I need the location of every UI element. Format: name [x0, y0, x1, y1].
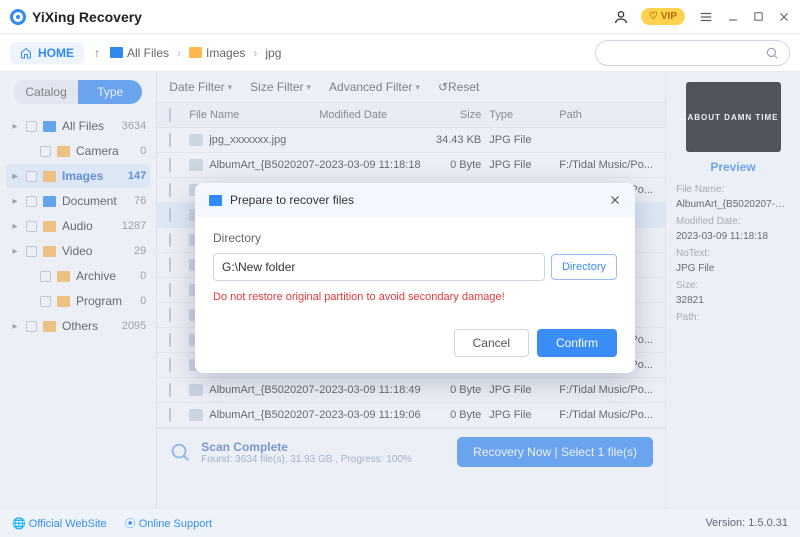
version-label: Version: 1.5.0.31 — [705, 517, 788, 529]
footer: 🌐 Official WebSite ⦿ Online Support Vers… — [0, 509, 800, 537]
chevron-right-icon: › — [177, 46, 181, 60]
online-support-link[interactable]: ⦿ Online Support — [125, 515, 212, 531]
directory-input[interactable] — [213, 253, 545, 281]
titlebar: YiXing Recovery ♡ VIP — [0, 0, 800, 34]
directory-label: Directory — [213, 231, 617, 245]
official-website-link[interactable]: 🌐 Official WebSite — [12, 517, 107, 530]
chevron-right-icon: › — [253, 46, 257, 60]
cancel-button[interactable]: Cancel — [454, 329, 529, 357]
vip-badge[interactable]: ♡ VIP — [641, 8, 685, 25]
minimize-icon[interactable] — [727, 11, 739, 23]
confirm-button[interactable]: Confirm — [537, 329, 617, 357]
crumb-jpg[interactable]: jpg — [265, 46, 281, 60]
brand: YiXing Recovery — [10, 9, 142, 25]
user-icon[interactable] — [613, 9, 629, 25]
dialog-title: Prepare to recover files — [230, 193, 354, 207]
vip-text: VIP — [661, 11, 677, 22]
crumb-images[interactable]: Images — [189, 46, 245, 60]
search-icon — [765, 46, 779, 60]
close-icon[interactable] — [778, 11, 790, 23]
dialog-header: Prepare to recover files — [195, 183, 635, 217]
menu-icon[interactable] — [699, 10, 713, 24]
brand-text: YiXing Recovery — [32, 9, 142, 25]
home-button[interactable]: HOME — [10, 42, 84, 64]
dialog-close-icon[interactable] — [609, 194, 621, 206]
recover-dialog: Prepare to recover files Directory Direc… — [195, 183, 635, 373]
search-input[interactable] — [595, 40, 790, 66]
toolbar: HOME ↑ All Files › Images › jpg — [0, 34, 800, 72]
crumb-all[interactable]: All Files — [110, 46, 169, 60]
browse-directory-button[interactable]: Directory — [551, 254, 617, 280]
breadcrumb: All Files › Images › jpg — [110, 46, 281, 60]
folder-icon — [209, 195, 222, 206]
brand-icon — [10, 9, 26, 25]
warning-text: Do not restore original partition to avo… — [213, 291, 617, 303]
maximize-icon[interactable] — [753, 11, 764, 22]
home-label: HOME — [38, 46, 74, 60]
nav-up-icon[interactable]: ↑ — [94, 46, 100, 60]
